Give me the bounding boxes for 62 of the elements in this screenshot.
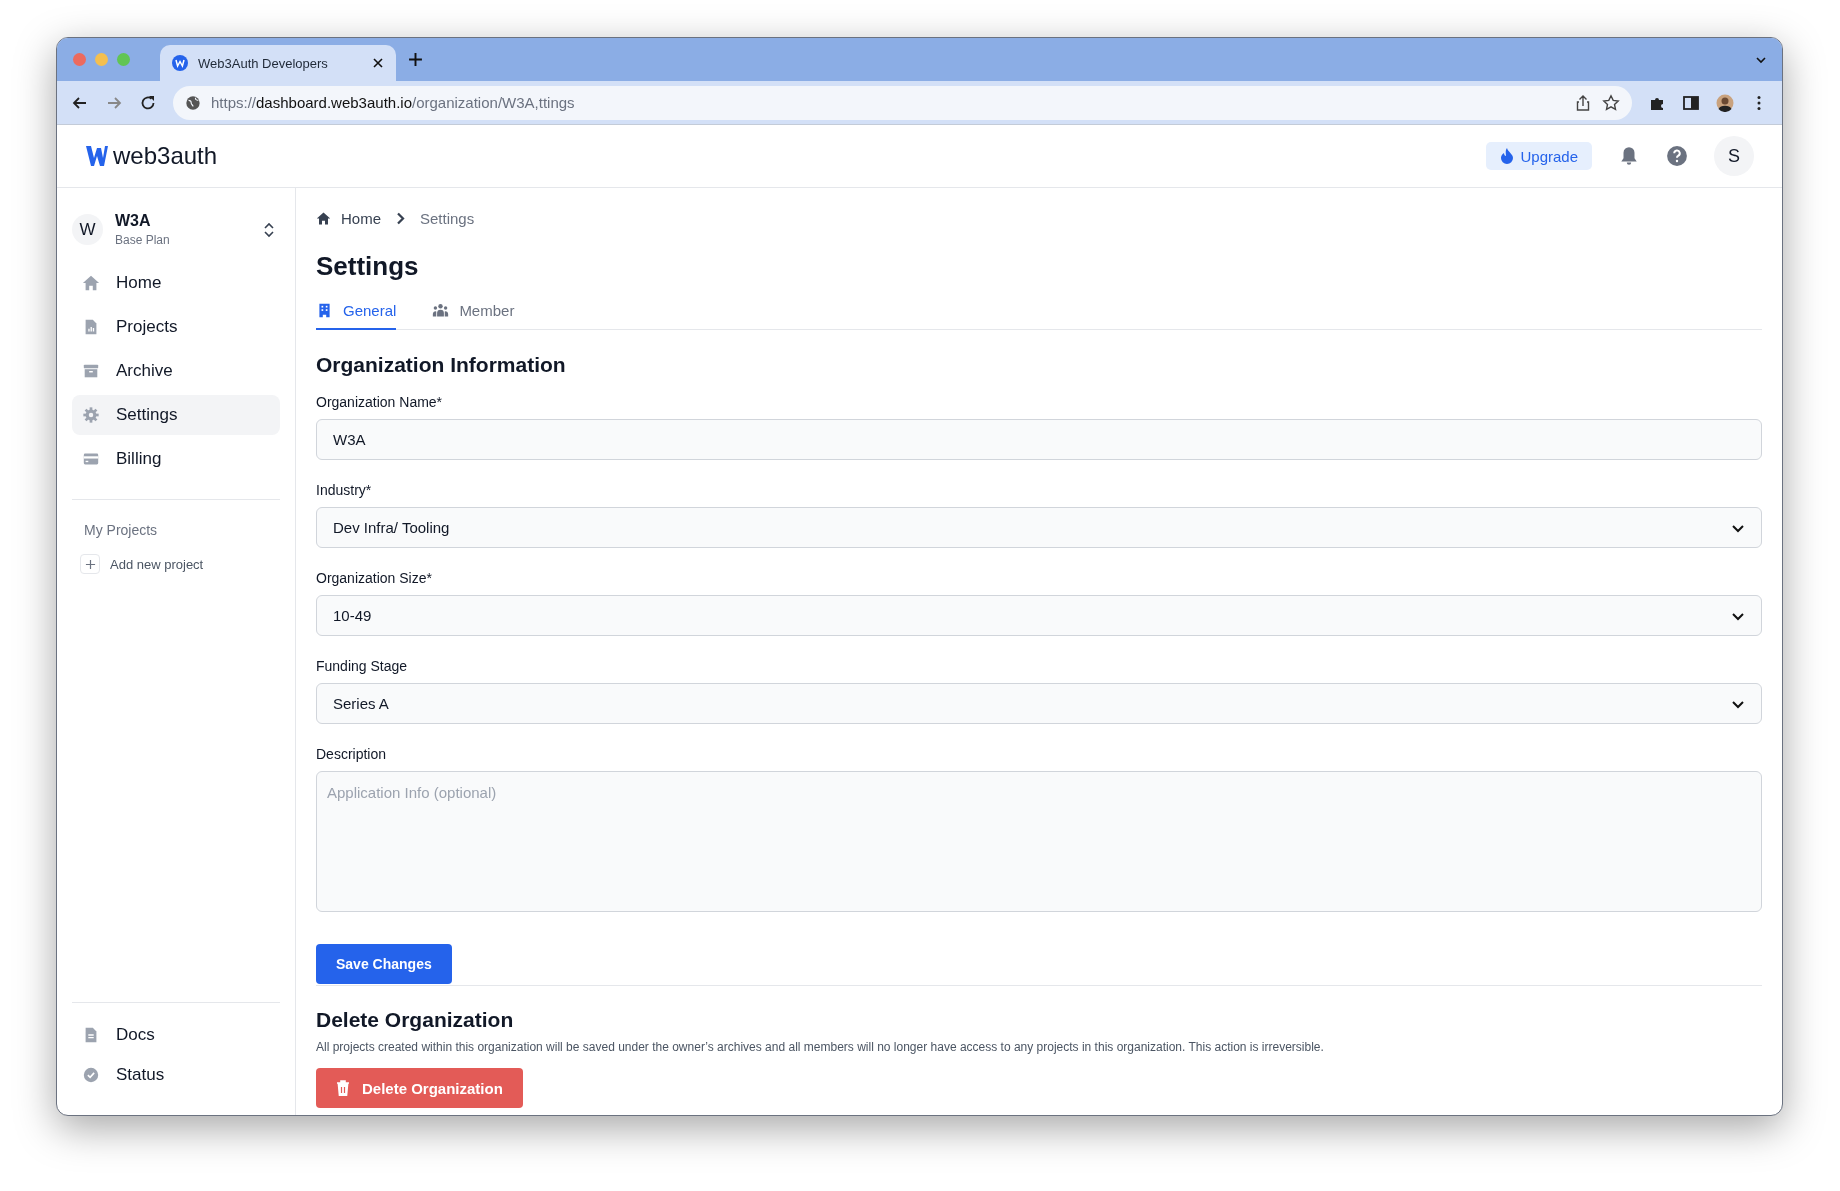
home-icon [316, 211, 331, 226]
close-icon[interactable] [372, 57, 384, 69]
help-icon[interactable] [1666, 145, 1688, 167]
tab-title: Web3Auth Developers [198, 55, 329, 71]
tab[interactable]: Member [432, 302, 515, 330]
sidebar-item[interactable]: Projects [72, 307, 280, 347]
warning-text: All projects created within this organization will be saved under the owner’s archives and all members will no longer have access to any projects in this organization. This action is irreversible. [316, 1040, 1325, 1054]
field-label: Industry* [316, 482, 373, 498]
text-field[interactable]: W3A [316, 419, 1762, 460]
globe-icon [185, 94, 201, 111]
page-title: Settings [316, 251, 420, 282]
select-field[interactable]: 10-49 [316, 595, 1762, 636]
field-label: Description [316, 746, 388, 762]
logo-text: web3auth [113, 142, 218, 170]
delete-button[interactable]: Delete Organization [316, 1068, 523, 1108]
organization-name: W3A [115, 212, 152, 230]
address-bar[interactable]: https://dashboard.web3auth.io/organization/W3A,ttings [173, 85, 1632, 120]
plus-icon[interactable] [408, 52, 423, 67]
add-project-link[interactable]: Add new project [72, 554, 280, 574]
field-label: Organization Size* [316, 570, 433, 586]
select-field[interactable]: Dev Infra/ Tooling [316, 507, 1762, 548]
field-label: Organization Name* [316, 394, 444, 410]
settings-icon [82, 406, 100, 424]
check-circle-icon [82, 1066, 100, 1084]
reload-icon[interactable] [139, 93, 157, 112]
user-avatar[interactable]: S [1714, 136, 1754, 176]
sidebar-item[interactable]: Archive [72, 351, 280, 391]
avatar-icon[interactable] [1716, 93, 1734, 112]
organization-switcher[interactable]: W W3A Base Plan [72, 212, 280, 247]
tab[interactable]: General [316, 302, 397, 330]
sidebar-item[interactable]: Status [72, 1057, 280, 1093]
section-heading: My Projects [83, 522, 159, 538]
star-icon[interactable] [1602, 93, 1620, 112]
sidebar-item[interactable]: Docs [72, 1017, 280, 1053]
upgrade-button[interactable]: Upgrade [1486, 142, 1592, 170]
breadcrumb-current: Settings [420, 210, 475, 227]
archive-icon [82, 362, 100, 380]
w-logo-icon [172, 55, 188, 71]
save-button[interactable]: Save Changes [316, 944, 452, 984]
bell-icon[interactable] [1618, 145, 1640, 167]
sidebar-item[interactable]: Home [72, 263, 280, 303]
field-label: Funding Stage [316, 658, 409, 674]
url-text: https://dashboard.web3auth.io/organization/W3A,ttings [211, 94, 576, 111]
people-icon [432, 302, 450, 319]
breadcrumb-link[interactable]: Home [316, 210, 381, 227]
flame-icon [1500, 148, 1515, 164]
trash-icon [336, 1080, 350, 1096]
share-icon[interactable] [1574, 93, 1592, 112]
plan-name: Base Plan [115, 233, 170, 247]
plus-icon [84, 558, 96, 570]
browser-tab[interactable]: Web3Auth Developers [160, 45, 396, 81]
select-field[interactable]: Series A [316, 683, 1762, 724]
organization-avatar: W [72, 214, 103, 245]
sidebar-item[interactable]: Settings [72, 395, 280, 435]
building-icon [316, 302, 333, 319]
section-title: Delete Organization [316, 1008, 515, 1032]
side-panel-icon[interactable] [1682, 93, 1700, 112]
sidebar-item[interactable]: Billing [72, 439, 280, 479]
up-down-chevron-icon [262, 220, 276, 239]
w-logo-icon [85, 145, 109, 167]
home-icon [82, 274, 100, 292]
section-title: Organization Information [316, 353, 567, 377]
